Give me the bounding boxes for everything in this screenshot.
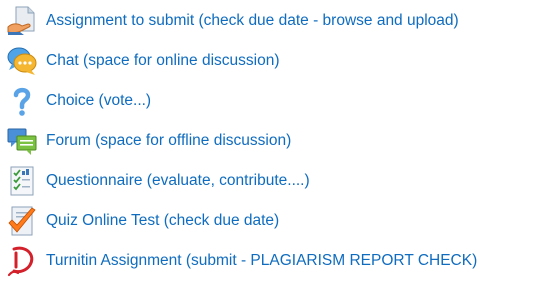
activity-label-assignment[interactable]: Assignment to submit (check due date - b… [46,3,459,39]
quiz-icon [6,205,38,237]
activity-item-turnitin[interactable]: Turnitin Assignment (submit - PLAGIARISM… [0,243,544,279]
activity-item-questionnaire[interactable]: Questionnaire (evaluate, contribute....) [0,163,544,199]
activity-label-turnitin[interactable]: Turnitin Assignment (submit - PLAGIARISM… [46,243,477,279]
activity-label-quiz[interactable]: Quiz Online Test (check due date) [46,203,279,239]
activity-item-quiz[interactable]: Quiz Online Test (check due date) [0,203,544,239]
activity-label-forum[interactable]: Forum (space for offline discussion) [46,123,291,159]
activity-item-forum[interactable]: Forum (space for offline discussion) [0,123,544,159]
choice-icon [6,85,38,117]
activity-item-assignment[interactable]: Assignment to submit (check due date - b… [0,3,544,39]
activity-label-choice[interactable]: Choice (vote...) [46,83,151,119]
activity-label-questionnaire[interactable]: Questionnaire (evaluate, contribute....) [46,163,310,199]
turnitin-icon [6,245,38,277]
activity-list: Assignment to submit (check due date - b… [0,0,544,288]
activity-item-choice[interactable]: Choice (vote...) [0,83,544,119]
chat-icon [6,45,38,77]
activity-item-chat[interactable]: Chat (space for online discussion) [0,43,544,79]
activity-label-chat[interactable]: Chat (space for online discussion) [46,43,279,79]
forum-icon [6,125,38,157]
assignment-icon [6,5,38,37]
questionnaire-icon [6,165,38,197]
